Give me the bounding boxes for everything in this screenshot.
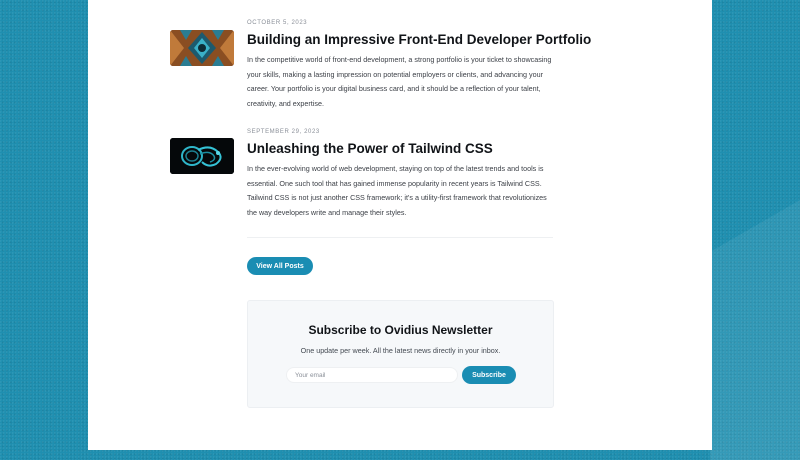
post-excerpt: In the competitive world of front-end de… — [247, 55, 552, 108]
post-title[interactable]: Building an Impressive Front-End Develop… — [247, 32, 591, 47]
section-divider — [247, 237, 553, 238]
post-title[interactable]: Unleashing the Power of Tailwind CSS — [247, 141, 557, 156]
post-thumbnail[interactable] — [170, 138, 234, 174]
email-input[interactable] — [286, 367, 458, 383]
main-content: OCTOBER 5, 2023 Building an Impressive F… — [88, 0, 712, 450]
post-thumbnail[interactable] — [170, 30, 234, 66]
newsletter-subtitle: One update per week. All the latest news… — [300, 346, 501, 355]
view-all-posts-button[interactable]: View All Posts — [247, 257, 313, 275]
newsletter-title: Subscribe to Ovidius Newsletter — [308, 323, 493, 337]
abstract-3d-shape-image — [170, 138, 234, 174]
post-body: SEPTEMBER 29, 2023 Unleashing the Power … — [247, 129, 557, 220]
post-date: OCTOBER 5, 2023 — [247, 20, 308, 26]
subscribe-button[interactable]: Subscribe — [462, 366, 516, 384]
kaleidoscope-image — [170, 30, 234, 66]
post-date: SEPTEMBER 29, 2023 — [247, 129, 320, 135]
newsletter-box: Subscribe to Ovidius Newsletter One upda… — [247, 300, 554, 408]
post-excerpt: In the ever-evolving world of web develo… — [247, 164, 547, 217]
post-body: OCTOBER 5, 2023 Building an Impressive F… — [247, 20, 591, 111]
background-decoration — [710, 200, 800, 460]
